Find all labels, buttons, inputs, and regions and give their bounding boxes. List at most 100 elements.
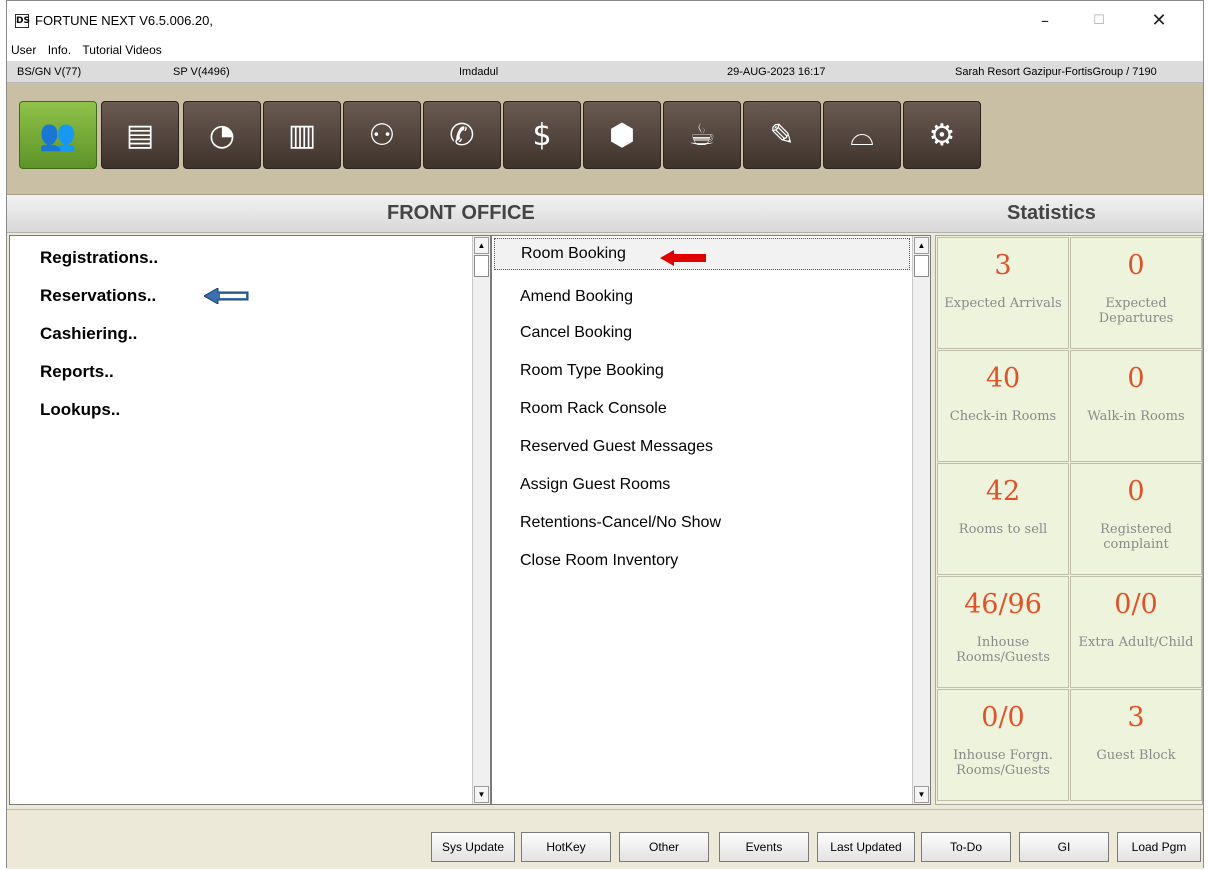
settings-gears-icon: ⚙ bbox=[928, 117, 956, 153]
bs-version-label: BS/GN V(77) bbox=[17, 66, 82, 78]
front-office-icon: 👥 bbox=[39, 117, 77, 153]
events-button[interactable]: Events bbox=[719, 832, 809, 862]
close-button[interactable]: ✕ bbox=[1139, 9, 1179, 33]
stat-value: 3 bbox=[994, 250, 1012, 281]
food-beverage-icon: ☕ bbox=[688, 117, 716, 153]
property-label: Sarah Resort Gazipur-FortisGroup / 7190 bbox=[955, 66, 1157, 78]
menu-info[interactable]: Info. bbox=[44, 41, 75, 59]
stat-walk-in-rooms: 0 Walk-in Rooms bbox=[1070, 350, 1202, 462]
middle-scrollbar[interactable]: ▲ ▼ bbox=[912, 236, 930, 804]
scroll-up-icon[interactable]: ▲ bbox=[474, 237, 489, 254]
stat-value: 46/96 bbox=[964, 589, 1042, 620]
stat-inhouse-foreign: 0/0 Inhouse Forgn. Rooms/Guests bbox=[937, 689, 1069, 801]
function-assign-guest-rooms[interactable]: Assign Guest Rooms bbox=[520, 476, 670, 494]
property-button[interactable]: ▥ bbox=[263, 101, 341, 169]
user-name-label: Imdadul bbox=[459, 66, 499, 78]
cashier-button[interactable]: ▤ bbox=[101, 101, 179, 169]
statistics-title: Statistics bbox=[1007, 202, 1096, 224]
category-lookups[interactable]: Lookups.. bbox=[40, 400, 120, 420]
stat-label: Registered complaint bbox=[1100, 522, 1172, 552]
package-box-icon: ⬢ bbox=[608, 117, 636, 153]
last-updated-button[interactable]: Last Updated bbox=[817, 832, 915, 862]
stat-label: Rooms to sell bbox=[958, 522, 1048, 537]
bottom-button-bar: Sys Update HotKey Other Events Last Upda… bbox=[7, 809, 1203, 869]
section-header: FRONT OFFICE Statistics bbox=[7, 195, 1203, 233]
settings-button[interactable]: ⚙ bbox=[903, 101, 981, 169]
category-list: Registrations.. Reservations.. Cashierin… bbox=[9, 235, 491, 805]
stat-label: Guest Block bbox=[1096, 748, 1176, 763]
red-arrow-annotation bbox=[660, 250, 706, 266]
category-registrations[interactable]: Registrations.. bbox=[40, 248, 158, 268]
accounts-button[interactable]: $ bbox=[503, 101, 581, 169]
housekeeping-hat-icon: ⌓ bbox=[850, 117, 874, 153]
function-room-type-booking[interactable]: Room Type Booking bbox=[520, 362, 664, 380]
housekeeping-button[interactable]: ⌓ bbox=[823, 101, 901, 169]
other-button[interactable]: Other bbox=[619, 832, 709, 862]
stat-value: 0/0 bbox=[1114, 589, 1158, 620]
edit-document-icon: ✎ bbox=[769, 117, 795, 153]
stat-expected-arrivals: 3 Expected Arrivals bbox=[937, 237, 1069, 349]
stat-label: Expected Arrivals bbox=[944, 296, 1062, 311]
sys-update-button[interactable]: Sys Update bbox=[431, 832, 515, 862]
money-bag-icon: $ bbox=[532, 117, 552, 153]
function-reserved-guest-messages[interactable]: Reserved Guest Messages bbox=[520, 438, 713, 456]
stat-label: Extra Adult/Child bbox=[1078, 635, 1194, 650]
night-audit-button[interactable]: ◔ bbox=[183, 101, 261, 169]
function-retentions[interactable]: Retentions-Cancel/No Show bbox=[520, 514, 721, 532]
stat-expected-departures: 0 Expected Departures bbox=[1070, 237, 1202, 349]
stat-label: Walk-in Rooms bbox=[1087, 409, 1185, 424]
menu-tutorial-videos[interactable]: Tutorial Videos bbox=[78, 41, 165, 59]
function-cancel-booking[interactable]: Cancel Booking bbox=[520, 324, 632, 342]
scroll-up-icon[interactable]: ▲ bbox=[914, 237, 929, 254]
category-reservations[interactable]: Reservations.. bbox=[40, 286, 156, 306]
function-amend-booking[interactable]: Amend Booking bbox=[520, 288, 633, 306]
hotkey-button[interactable]: HotKey bbox=[521, 832, 611, 862]
stat-value: 0 bbox=[1127, 363, 1145, 394]
function-close-room-inventory[interactable]: Close Room Inventory bbox=[520, 552, 678, 570]
edit-document-button[interactable]: ✎ bbox=[743, 101, 821, 169]
to-do-button[interactable]: To-Do bbox=[921, 832, 1011, 862]
conference-button[interactable]: ⚇ bbox=[343, 101, 421, 169]
front-office-button[interactable]: 👥 bbox=[19, 101, 97, 169]
conference-icon: ⚇ bbox=[368, 117, 396, 153]
module-toolbar: 👥 ▤ ◔ ▥ ⚇ ✆ $ ⬢ ☕ ✎ ⌓ ⚙ bbox=[7, 83, 1203, 195]
menu-user[interactable]: User bbox=[7, 41, 40, 59]
stat-check-in-rooms: 40 Check-in Rooms bbox=[937, 350, 1069, 462]
front-office-title: FRONT OFFICE bbox=[387, 202, 535, 224]
telephone-button[interactable]: ✆ bbox=[423, 101, 501, 169]
stat-extra-adult-child: 0/0 Extra Adult/Child bbox=[1070, 576, 1202, 688]
left-scrollbar[interactable]: ▲ ▼ bbox=[472, 236, 490, 804]
title-bar: DS FORTUNE NEXT V6.5.006.20, – ☐ ✕ bbox=[7, 1, 1203, 41]
category-reports[interactable]: Reports.. bbox=[40, 362, 114, 382]
night-audit-clock-icon: ◔ bbox=[208, 117, 236, 153]
stat-value: 0 bbox=[1127, 476, 1145, 507]
stat-inhouse-rooms-guests: 46/96 Inhouse Rooms/Guests bbox=[937, 576, 1069, 688]
function-room-rack-console[interactable]: Room Rack Console bbox=[520, 400, 667, 418]
scroll-thumb[interactable] bbox=[914, 255, 929, 277]
datetime-label: 29-AUG-2023 16:17 bbox=[727, 66, 826, 78]
menu-bar: User Info. Tutorial Videos bbox=[7, 41, 1203, 61]
scroll-down-icon[interactable]: ▼ bbox=[914, 786, 929, 803]
scroll-down-icon[interactable]: ▼ bbox=[474, 786, 489, 803]
food-beverage-button[interactable]: ☕ bbox=[663, 101, 741, 169]
stat-value: 0/0 bbox=[981, 702, 1025, 733]
inventory-button[interactable]: ⬢ bbox=[583, 101, 661, 169]
info-bar: BS/GN V(77) SP V(4496) Imdadul 29-AUG-20… bbox=[7, 61, 1203, 83]
maximize-button[interactable]: ☐ bbox=[1079, 9, 1119, 33]
stat-label: Check-in Rooms bbox=[949, 409, 1057, 424]
app-logo-icon: DS bbox=[15, 14, 30, 28]
stat-value: 42 bbox=[985, 476, 1021, 507]
category-cashiering[interactable]: Cashiering.. bbox=[40, 324, 137, 344]
stat-value: 0 bbox=[1127, 250, 1145, 281]
load-pgm-button[interactable]: Load Pgm bbox=[1117, 832, 1201, 862]
stat-guest-block: 3 Guest Block bbox=[1070, 689, 1202, 801]
stat-value: 40 bbox=[985, 363, 1021, 394]
gi-button[interactable]: GI bbox=[1019, 832, 1109, 862]
window-title: FORTUNE NEXT V6.5.006.20, bbox=[35, 13, 213, 28]
minimize-button[interactable]: – bbox=[1025, 9, 1065, 33]
scroll-thumb[interactable] bbox=[474, 255, 489, 277]
buildings-icon: ▥ bbox=[287, 117, 317, 153]
sp-version-label: SP V(4496) bbox=[173, 66, 230, 78]
statistics-panel: 3 Expected Arrivals 0 Expected Departure… bbox=[935, 235, 1203, 805]
stat-value: 3 bbox=[1127, 702, 1145, 733]
